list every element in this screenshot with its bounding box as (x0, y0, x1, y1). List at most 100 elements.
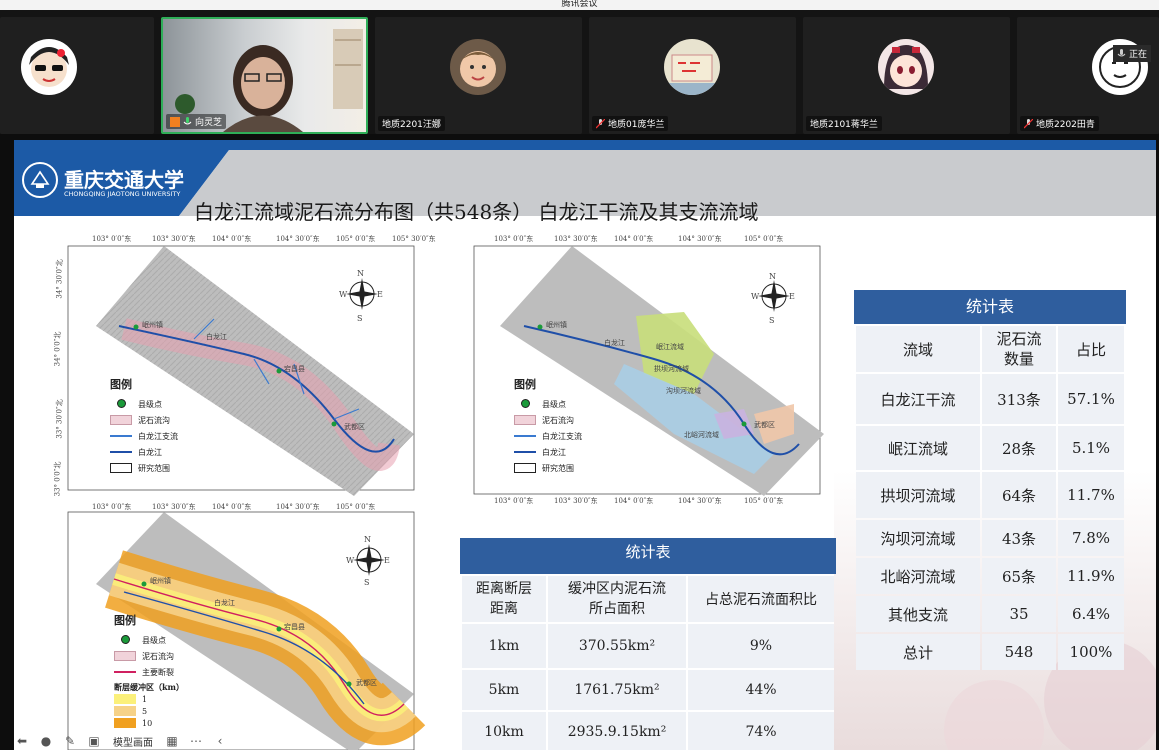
coord-label: 34° 0′0″北 (53, 331, 62, 367)
basin-statistics-table: 统计表 流域 泥石流 数量 占比 白龙江干流 313条 57.1% 岷江流域 28条 5… (854, 290, 1126, 672)
compass-e: E (377, 290, 383, 299)
column-header: 距离断层 距离 (462, 576, 546, 622)
coord-label: 104° 30′0″东 (276, 235, 320, 243)
university-name-en: CHONGQING JIAOTONG UNIVERSITY (64, 190, 181, 198)
compass-w: W (751, 292, 760, 301)
participant-tile[interactable] (0, 17, 154, 134)
arrow-icon[interactable]: ⬅ (14, 734, 30, 748)
coord-label: 103° 0′0″东 (92, 235, 132, 243)
fault-buffer-statistics-table: 统计表 距离断层 距离 缓冲区内泥石流 所占面积 占总泥石流面积比 1km 370… (460, 538, 836, 750)
town-label: 宕昌县 (284, 623, 305, 631)
screenshot-icon[interactable]: ▣ (86, 734, 102, 748)
table-row: 5km 1761.75km² 44% (462, 670, 834, 710)
participant-tile[interactable]: 正在 地质2202田青 (1017, 17, 1159, 134)
mic-on-icon (183, 116, 192, 124)
coord-label: 105° 0′0″东 (744, 235, 784, 243)
compass-e: E (789, 292, 795, 301)
table-title: 统计表 (460, 538, 836, 574)
basin-label: 北峪河流域 (684, 431, 719, 439)
town-label: 武都区 (754, 421, 775, 429)
coord-label: 103° 0′0″东 (494, 235, 534, 243)
participant-tile[interactable]: 地质2101蒋华兰 (803, 17, 1010, 134)
avatar (878, 39, 934, 95)
coord-label: 105° 0′0″东 (744, 497, 784, 505)
town-label: 武都区 (356, 679, 377, 687)
coord-label: 104° 0′0″东 (614, 497, 654, 505)
coord-label: 103° 0′0″东 (92, 503, 132, 511)
participant-strip: 向灵芝 地质2201汪娜 地质01庞华兰 地质2101蒋华兰 正在 地质2202… (0, 10, 1159, 134)
river-label: 白龙江 (206, 333, 227, 341)
table-row: 其他支流 35 6.4% (856, 596, 1124, 632)
coord-label: 34° 30′0″北 (55, 259, 64, 299)
compass-s: S (364, 578, 370, 587)
mouse-icon[interactable]: ● (38, 734, 54, 748)
toolbar-label[interactable]: 模型画面 (110, 733, 156, 749)
university-logo-icon (22, 162, 58, 198)
compass-n: N (769, 272, 776, 281)
participant-name: 向灵芝 (166, 114, 227, 129)
coord-label: 105° 0′0″东 (336, 503, 376, 511)
table-title: 统计表 (854, 290, 1126, 324)
grid-icon[interactable]: ▦ (164, 734, 180, 748)
coord-label: 104° 30′0″东 (678, 497, 722, 505)
participant-tile[interactable]: 地质01庞华兰 (589, 17, 796, 134)
map-legend: 图例 县级点 泥石流沟 白龙江支流 白龙江 研究范围 (110, 378, 178, 473)
table-row: 北峪河流域 65条 11.9% (856, 558, 1124, 594)
avatar (664, 39, 720, 95)
slide-header: 重庆交通大学 CHONGQING JIAOTONG UNIVERSITY 白龙江… (14, 140, 1156, 226)
compass-s: S (769, 316, 775, 325)
compass-icon (353, 544, 385, 576)
coord-label: 104° 30′0″东 (276, 503, 320, 511)
town-label: 宕昌县 (284, 365, 305, 373)
participant-name: 地质01庞华兰 (592, 116, 669, 131)
participant-tile[interactable]: 地质2201汪娜 (375, 17, 582, 134)
compass-w: W (346, 556, 355, 565)
coord-label: 103° 30′0″东 (554, 497, 598, 505)
chevron-left-icon[interactable]: ‹ (212, 734, 228, 748)
university-name: 重庆交通大学 (64, 168, 184, 192)
table-row: 白龙江干流 313条 57.1% (856, 374, 1124, 424)
coord-label: 105° 30′0″东 (392, 235, 436, 243)
coord-label: 33° 30′0″北 (55, 399, 64, 439)
column-header: 占总泥石流面积比 (688, 576, 834, 622)
mic-muted-icon (596, 118, 605, 128)
coord-label: 104° 0′0″东 (212, 503, 252, 511)
column-header: 占比 (1058, 326, 1124, 372)
basin-label: 沟坝河流域 (666, 387, 701, 395)
slide-title: 白龙江流域泥石流分布图（共548条） 白龙江干流及其支流流域 (194, 200, 759, 224)
town-label: 岷州镇 (150, 577, 171, 585)
participant-tile[interactable]: 向灵芝 (161, 17, 368, 134)
table-row: 沟坝河流域 43条 7.8% (856, 520, 1124, 556)
compass-icon (346, 278, 378, 310)
avatar (450, 39, 506, 95)
participant-name: 地质2202田青 (1020, 116, 1099, 131)
debris-flow-map: 103° 0′0″东 103° 30′0″东 104° 0′0″东 104° 3… (44, 234, 440, 500)
host-icon (170, 116, 180, 127)
coord-label: 105° 0′0″东 (336, 235, 376, 243)
coord-label: 103° 30′0″东 (554, 235, 598, 243)
coord-label: 103° 0′0″东 (494, 497, 534, 505)
table-row: 1km 370.55km² 9% (462, 624, 834, 668)
table-row: 岷江流域 28条 5.1% (856, 426, 1124, 470)
window-title: 腾讯会议 (0, 0, 1159, 10)
avatar (21, 39, 77, 95)
shared-slide: 重庆交通大学 CHONGQING JIAOTONG UNIVERSITY 白龙江… (14, 140, 1156, 750)
town-label: 武都区 (344, 423, 365, 431)
town-label: 岷州镇 (546, 321, 567, 329)
mic-icon (1117, 48, 1126, 56)
fault-buffer-map: 103° 0′0″东 103° 30′0″东 104° 0′0″东 104° 3… (44, 503, 440, 750)
compass-n: N (364, 535, 371, 544)
pen-icon[interactable]: ✎ (62, 734, 78, 748)
basin-label: 岷江流域 (656, 343, 684, 351)
compass-w: W (339, 290, 348, 299)
town-label: 岷州镇 (142, 321, 163, 329)
column-header: 泥石流 数量 (982, 326, 1056, 372)
table-row: 10km 2935.9.15km² 74% (462, 712, 834, 750)
compass-n: N (357, 269, 364, 278)
column-header: 流域 (856, 326, 980, 372)
column-header: 缓冲区内泥石流 所占面积 (548, 576, 686, 622)
coord-label: 103° 30′0″东 (152, 235, 196, 243)
participant-name: 地质2101蒋华兰 (806, 116, 882, 131)
more-icon[interactable]: ⋯ (188, 734, 204, 748)
compass-s: S (357, 314, 363, 323)
